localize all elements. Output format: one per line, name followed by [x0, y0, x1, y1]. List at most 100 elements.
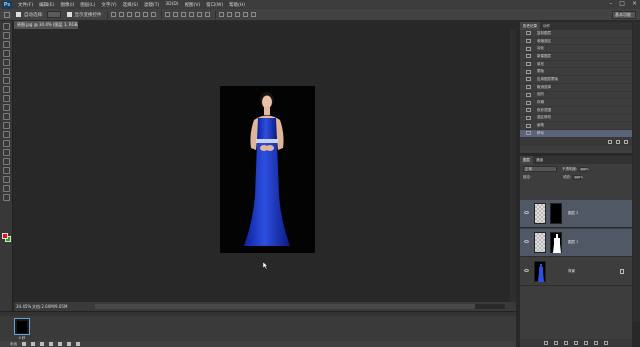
clone-stamp-tool-icon[interactable]	[2, 95, 10, 102]
3d-scale-icon[interactable]	[250, 12, 256, 17]
loop-options-dropdown[interactable]: 永远	[10, 342, 17, 347]
opacity-field[interactable]: 100%	[579, 166, 589, 172]
menu-image[interactable]: 图像(I)	[60, 2, 74, 8]
move-tool-preset-icon[interactable]	[4, 11, 10, 18]
move-tool-icon[interactable]	[2, 23, 10, 30]
align-top-icon[interactable]	[110, 12, 116, 17]
layer-row[interactable]: 图层 1	[520, 229, 632, 257]
distribute-right-icon[interactable]	[204, 12, 210, 17]
menu-filter[interactable]: 滤镜(T)	[144, 2, 159, 8]
eye-icon[interactable]	[524, 240, 529, 243]
duplicate-frame-icon[interactable]	[67, 342, 71, 346]
history-item[interactable]: 收缩选区	[520, 38, 632, 46]
blend-mode-dropdown[interactable]: 正常	[523, 166, 557, 172]
marquee-tool-icon[interactable]	[2, 32, 10, 39]
hand-tool-icon[interactable]	[2, 185, 10, 192]
3d-orbit-icon[interactable]	[218, 12, 224, 17]
tab-channels[interactable]: 通道	[533, 156, 546, 164]
history-item[interactable]: 填充	[520, 61, 632, 69]
scrollbar-thumb[interactable]	[95, 304, 475, 309]
delete-layer-icon[interactable]	[604, 341, 608, 345]
new-document-from-state-icon[interactable]	[608, 139, 612, 144]
tab-layers[interactable]: 图层	[520, 156, 533, 164]
layer-row[interactable]: 背景	[520, 258, 632, 286]
dodge-tool-icon[interactable]	[2, 140, 10, 147]
eye-icon[interactable]	[524, 269, 529, 272]
vertical-scrollbar[interactable]	[510, 29, 516, 302]
auto-select-target-dropdown[interactable]	[46, 11, 61, 18]
create-snapshot-icon[interactable]	[616, 139, 620, 144]
eye-icon[interactable]	[524, 211, 529, 214]
crop-tool-icon[interactable]	[2, 59, 10, 66]
history-item-current[interactable]: 移动	[520, 129, 632, 138]
history-item[interactable]: 选区修改	[520, 115, 632, 123]
tab-actions[interactable]: 动作	[540, 22, 553, 30]
pen-tool-icon[interactable]	[2, 149, 10, 156]
document-canvas-photo[interactable]	[220, 86, 315, 253]
layer-row[interactable]: 图层 2	[520, 200, 632, 228]
menu-layer[interactable]: 图层(L)	[80, 2, 95, 8]
eyedropper-tool-icon[interactable]	[2, 68, 10, 75]
animation-frame-1[interactable]	[14, 318, 30, 335]
group-icon[interactable]	[584, 341, 588, 345]
history-item[interactable]: 存储	[520, 99, 632, 107]
foreground-color-swatch[interactable]	[2, 233, 8, 239]
align-middle-icon[interactable]	[118, 12, 124, 17]
shape-tool-icon[interactable]	[2, 176, 10, 183]
distribute-middle-icon[interactable]	[172, 12, 178, 17]
3d-pan-icon[interactable]	[234, 12, 240, 17]
tween-icon[interactable]	[58, 342, 62, 346]
layer-mask-thumbnail[interactable]	[550, 232, 562, 253]
lasso-tool-icon[interactable]	[2, 41, 10, 48]
align-left-icon[interactable]	[134, 12, 140, 17]
menu-3d[interactable]: 3D(D)	[165, 2, 178, 7]
show-transform-checkbox[interactable]	[66, 12, 72, 17]
type-tool-icon[interactable]	[2, 158, 10, 165]
menu-select[interactable]: 选择(S)	[123, 2, 138, 8]
history-item[interactable]: 应用图层蒙版	[520, 76, 632, 84]
next-frame-icon[interactable]	[49, 342, 53, 346]
zoom-level[interactable]: 34.45%	[14, 304, 31, 309]
history-brush-tool-icon[interactable]	[2, 104, 10, 111]
brush-tool-icon[interactable]	[2, 86, 10, 93]
add-mask-icon[interactable]	[564, 341, 568, 345]
document-tab[interactable]: 原图.jpg @ 34.4% (图层 1, RGB/8)	[14, 21, 78, 29]
layer-name[interactable]: 图层 2	[568, 211, 578, 216]
fill-field[interactable]: 100%	[573, 174, 583, 180]
gradient-tool-icon[interactable]	[2, 122, 10, 129]
history-item[interactable]: 复制图层	[520, 30, 632, 38]
delete-state-icon[interactable]	[624, 139, 628, 144]
previous-frame-icon[interactable]	[31, 342, 35, 346]
distribute-left-icon[interactable]	[188, 12, 194, 17]
distribute-bottom-icon[interactable]	[180, 12, 186, 17]
document-info[interactable]: 文档:2.60M/9.05M	[32, 304, 92, 310]
align-right-icon[interactable]	[150, 12, 156, 17]
layer-mask-thumbnail[interactable]	[550, 203, 562, 224]
collapsed-panel-dock[interactable]	[633, 22, 640, 322]
history-item[interactable]: 色阶	[520, 92, 632, 100]
maximize-button[interactable]: □	[619, 0, 625, 7]
align-bottom-icon[interactable]	[126, 12, 132, 17]
first-frame-icon[interactable]	[22, 342, 26, 346]
history-item[interactable]: 取消选择	[520, 84, 632, 92]
3d-slide-icon[interactable]	[242, 12, 248, 17]
new-layer-icon[interactable]	[594, 341, 598, 345]
menu-type[interactable]: 文字(Y)	[101, 2, 116, 8]
menu-help[interactable]: 帮助(H)	[229, 2, 245, 8]
play-icon[interactable]	[40, 342, 44, 346]
close-button[interactable]: ×	[632, 0, 637, 7]
blur-tool-icon[interactable]	[2, 131, 10, 138]
delete-frame-icon[interactable]	[76, 342, 80, 346]
menu-view[interactable]: 视图(V)	[185, 2, 201, 8]
tab-history[interactable]: 历史记录	[520, 22, 540, 30]
history-item[interactable]: 羽化	[520, 45, 632, 54]
3d-roll-icon[interactable]	[226, 12, 232, 17]
minimize-button[interactable]: –	[609, 0, 612, 7]
history-item[interactable]: 蒙版	[520, 68, 632, 77]
history-item[interactable]: 色彩范围	[520, 107, 632, 115]
history-item[interactable]: 新建图层	[520, 53, 632, 61]
distribute-center-icon[interactable]	[196, 12, 202, 17]
healing-brush-tool-icon[interactable]	[2, 77, 10, 84]
menu-edit[interactable]: 编辑(E)	[39, 2, 54, 8]
layer-name[interactable]: 背景	[568, 269, 575, 274]
